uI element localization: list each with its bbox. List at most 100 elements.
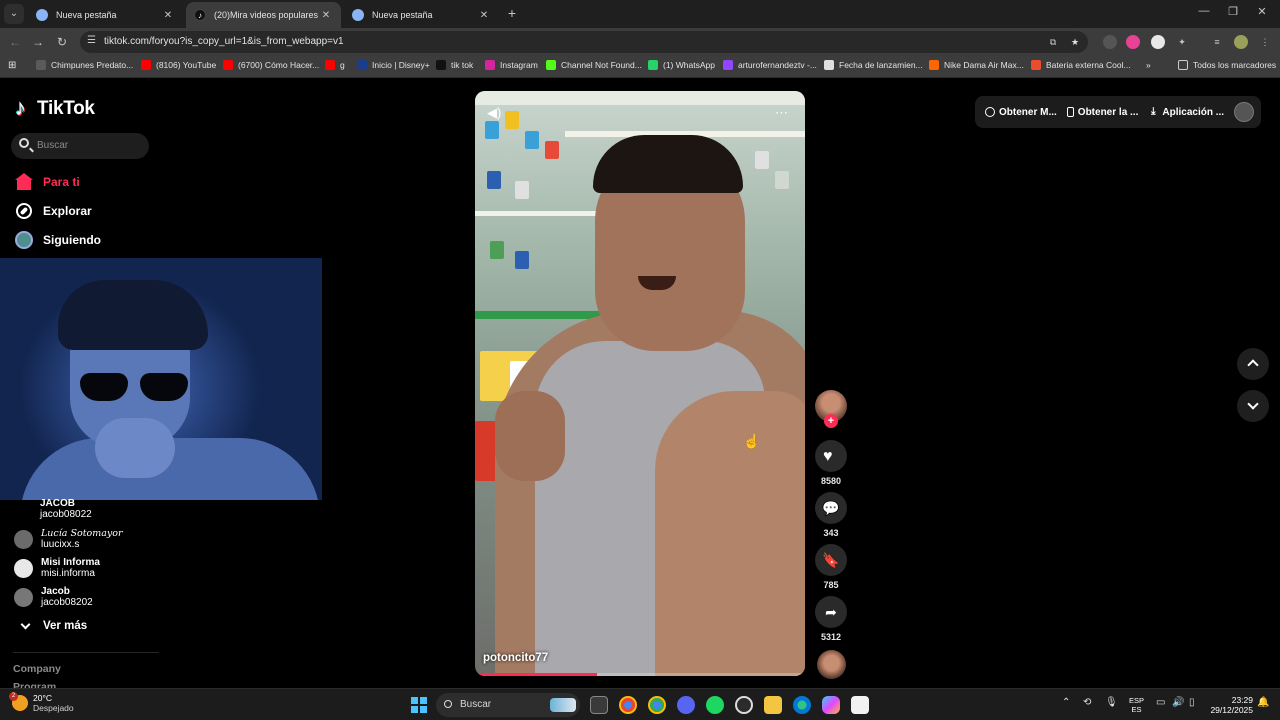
system-clock[interactable]: 23:29 29/12/2025: [1207, 695, 1253, 715]
microphone-icon[interactable]: 🎙: [1105, 697, 1118, 708]
site-info-icon[interactable]: ☰: [87, 35, 96, 46]
save-button[interactable]: 🔖 785: [815, 544, 847, 590]
nav-para-ti[interactable]: Para ti: [15, 173, 80, 191]
discord-icon[interactable]: [677, 696, 695, 714]
back-button[interactable]: ←: [6, 33, 24, 51]
bookmark-item[interactable]: Chimpunes Predato...: [36, 60, 133, 70]
bookmark-label: Bateria externa Cool...: [1046, 60, 1131, 70]
volume-icon[interactable]: ◀): [487, 105, 501, 121]
bookmark-item[interactable]: (6700) Cómo Hacer...: [223, 60, 319, 70]
profile-avatar[interactable]: [1234, 35, 1248, 49]
install-app-icon[interactable]: ⧉: [1046, 35, 1060, 49]
language-indicator[interactable]: ESP ES: [1129, 696, 1144, 714]
forward-button[interactable]: →: [29, 33, 47, 51]
bookmark-item[interactable]: g: [325, 60, 345, 70]
nav-siguiendo[interactable]: Siguiendo: [15, 231, 101, 249]
tiktok-logo[interactable]: TikTok: [15, 95, 95, 121]
get-app-button[interactable]: Obtener la ...: [1066, 107, 1138, 118]
chrome-icon[interactable]: [648, 696, 666, 714]
footer-link-company[interactable]: Company: [13, 663, 61, 675]
following-account-misi[interactable]: Misi Informa misi.informa: [14, 557, 100, 580]
notification-bell-icon[interactable]: 🔔: [1257, 697, 1269, 708]
battery-icon[interactable]: ▯: [1189, 697, 1195, 708]
copilot-icon[interactable]: [822, 696, 840, 714]
windows-start-icon[interactable]: [411, 697, 427, 713]
following-account-jacob[interactable]: JACOB jacob08022: [40, 498, 92, 521]
network-icon[interactable]: ▭: [1156, 697, 1165, 708]
desktop-app-button[interactable]: ⤓ Aplicación ...: [1148, 107, 1224, 118]
bookmark-item[interactable]: arturofernandeztv -...: [723, 60, 817, 70]
phone-icon: [1066, 107, 1074, 117]
bookmark-item[interactable]: Nike Dama Air Max...: [929, 60, 1024, 70]
restore-icon[interactable]: ❐: [1224, 5, 1242, 18]
get-coins-button[interactable]: Obtener M...: [985, 107, 1057, 118]
extension-icon[interactable]: [1103, 35, 1117, 49]
profile-avatar[interactable]: [1234, 102, 1255, 122]
bookmark-item[interactable]: Inicio | Disney+: [357, 60, 430, 70]
close-icon[interactable]: ✕: [161, 10, 175, 21]
edge-icon[interactable]: [793, 696, 811, 714]
weather-widget[interactable]: 2 20°C Despejado: [9, 692, 74, 713]
nav-label: Explorar: [43, 204, 92, 218]
following-account-lucia[interactable]: Lucía Sotomayor luucixx.s: [14, 528, 123, 551]
bookmark-star-icon[interactable]: ★: [1068, 35, 1082, 49]
bookmark-item[interactable]: Bateria externa Cool...: [1031, 60, 1131, 70]
extension-icon[interactable]: [1126, 35, 1140, 49]
minimize-icon[interactable]: —: [1195, 5, 1213, 17]
mouse-cursor-icon: ☝: [743, 433, 761, 449]
menu-kebab-icon[interactable]: ⋮: [1258, 35, 1272, 49]
following-account-jacob2[interactable]: Jacob jacob08202: [14, 586, 93, 609]
address-bar[interactable]: ☰ tiktok.com/foryou?is_copy_url=1&is_fro…: [80, 31, 1088, 53]
spotify-icon[interactable]: [706, 696, 724, 714]
bookmark-label: arturofernandeztv -...: [738, 60, 817, 70]
new-tab-button[interactable]: +: [504, 5, 520, 21]
video-username[interactable]: potoncito77: [483, 652, 548, 664]
apps-grid-icon[interactable]: ⊞: [8, 60, 16, 71]
store-icon[interactable]: [851, 696, 869, 714]
next-video-button[interactable]: [1237, 390, 1269, 422]
clock-date: 29/12/2025: [1210, 705, 1253, 715]
see-more-button[interactable]: Ver más: [18, 619, 87, 632]
bookmarks-overflow-button[interactable]: »: [1146, 60, 1151, 70]
taskbar-search[interactable]: Buscar: [436, 693, 580, 717]
search-input[interactable]: Buscar: [11, 133, 149, 159]
bookmark-item[interactable]: tik tok: [436, 60, 473, 70]
bookmark-item[interactable]: (1) WhatsApp: [648, 60, 715, 70]
extensions-puzzle-icon[interactable]: ✦: [1175, 35, 1189, 49]
close-icon[interactable]: ✕: [477, 10, 491, 21]
following-avatar-icon: [15, 231, 33, 249]
like-button[interactable]: ♥ 8580: [815, 440, 847, 486]
previous-video-button[interactable]: [1237, 348, 1269, 380]
task-view-icon[interactable]: [590, 696, 608, 714]
tray-overflow-icon[interactable]: ⌃: [1062, 697, 1070, 708]
bookmark-item[interactable]: Instagram: [485, 60, 538, 70]
close-window-icon[interactable]: ✕: [1253, 5, 1271, 18]
share-button[interactable]: ➦ 5312: [815, 596, 847, 642]
file-explorer-icon[interactable]: [764, 696, 782, 714]
extension-icon[interactable]: [1151, 35, 1165, 49]
chrome-icon[interactable]: [619, 696, 637, 714]
steam-icon[interactable]: [735, 696, 753, 714]
bookmark-favicon-icon: [325, 60, 335, 70]
follow-plus-button[interactable]: +: [824, 414, 838, 428]
nav-explorar[interactable]: Explorar: [15, 202, 92, 220]
close-icon[interactable]: ✕: [319, 10, 333, 21]
tab-new-tab-1[interactable]: Nueva pestaña ✕: [28, 2, 183, 28]
music-disc[interactable]: [817, 650, 846, 679]
tab-tiktok[interactable]: ♪ (20)Mira videos populares sele ✕: [186, 2, 341, 28]
video-player[interactable]: ◀) ⋯ potoncito77: [475, 91, 805, 676]
media-control-icon[interactable]: ≡: [1210, 35, 1224, 49]
bookmark-item[interactable]: Fecha de lanzamien...: [824, 60, 923, 70]
tab-new-tab-2[interactable]: Nueva pestaña ✕: [344, 2, 499, 28]
sync-icon[interactable]: ⟲: [1083, 697, 1091, 708]
tab-search-button[interactable]: ⌄: [4, 4, 24, 24]
reload-button[interactable]: ↻: [53, 33, 71, 51]
bookmark-item[interactable]: Channel Not Found...: [546, 60, 642, 70]
video-progress-bar[interactable]: [475, 673, 805, 676]
volume-icon[interactable]: 🔊: [1172, 697, 1184, 708]
comment-button[interactable]: 💬 343: [815, 492, 847, 538]
more-options-icon[interactable]: ⋯: [775, 105, 788, 121]
bookmark-item[interactable]: (8106) YouTube: [141, 60, 216, 70]
chevron-down-icon: [20, 619, 31, 629]
all-bookmarks-folder[interactable]: Todos los marcadores: [1178, 60, 1276, 70]
